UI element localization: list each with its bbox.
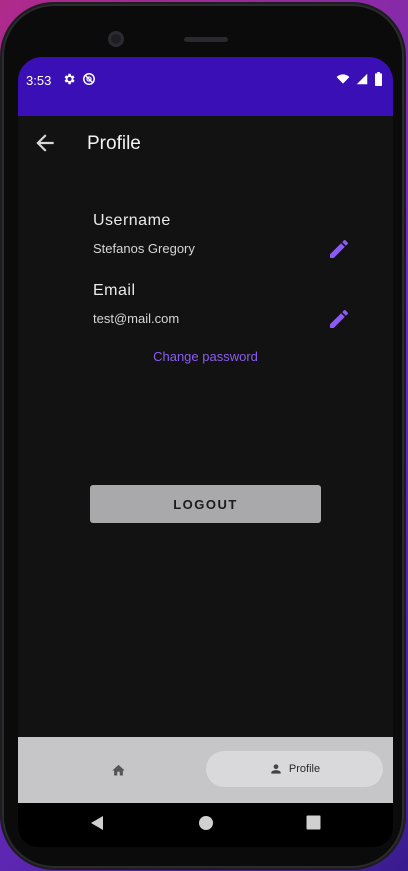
- page-title: Profile: [87, 133, 141, 154]
- earpiece-speaker: [184, 37, 228, 42]
- change-password-link[interactable]: Change password: [18, 349, 393, 364]
- battery-icon: [375, 72, 382, 86]
- app-bar: Profile: [18, 116, 393, 172]
- system-nav-bar: [18, 803, 393, 847]
- phone-frame: 3:53 Profile Username Stefanos Gregory E…: [2, 4, 404, 868]
- edit-username-pencil-icon[interactable]: [327, 237, 351, 261]
- nav-item-profile-label: Profile: [288, 763, 321, 775]
- status-icons-left: [62, 72, 96, 86]
- nav-item-profile[interactable]: Profile: [206, 751, 383, 787]
- signal-icon: [356, 73, 368, 85]
- home-circle-icon[interactable]: [198, 815, 214, 831]
- edit-email-pencil-icon[interactable]: [327, 307, 351, 331]
- logout-button[interactable]: LOGOUT: [90, 485, 321, 523]
- status-icons-right: [336, 72, 383, 86]
- status-time: 3:53: [26, 73, 52, 88]
- person-icon: [271, 764, 281, 774]
- back-triangle-icon[interactable]: [90, 815, 104, 831]
- arrow-back-icon[interactable]: [32, 130, 58, 156]
- username-value: Stefanos Gregory: [93, 241, 195, 256]
- status-bar: 3:53: [18, 57, 393, 116]
- recents-square-icon[interactable]: [306, 815, 321, 830]
- nav-item-home[interactable]: [58, 751, 178, 789]
- email-value: test@mail.com: [93, 311, 180, 326]
- bottom-nav: Profile: [18, 737, 393, 803]
- gear-icon: [64, 73, 75, 85]
- front-camera: [108, 31, 124, 47]
- email-label: Email: [93, 282, 136, 299]
- screen: 3:53 Profile Username Stefanos Gregory E…: [18, 57, 393, 847]
- no-disturb-icon: [83, 73, 95, 85]
- home-icon: [111, 764, 125, 775]
- wifi-icon: [336, 74, 350, 84]
- username-label: Username: [93, 212, 171, 229]
